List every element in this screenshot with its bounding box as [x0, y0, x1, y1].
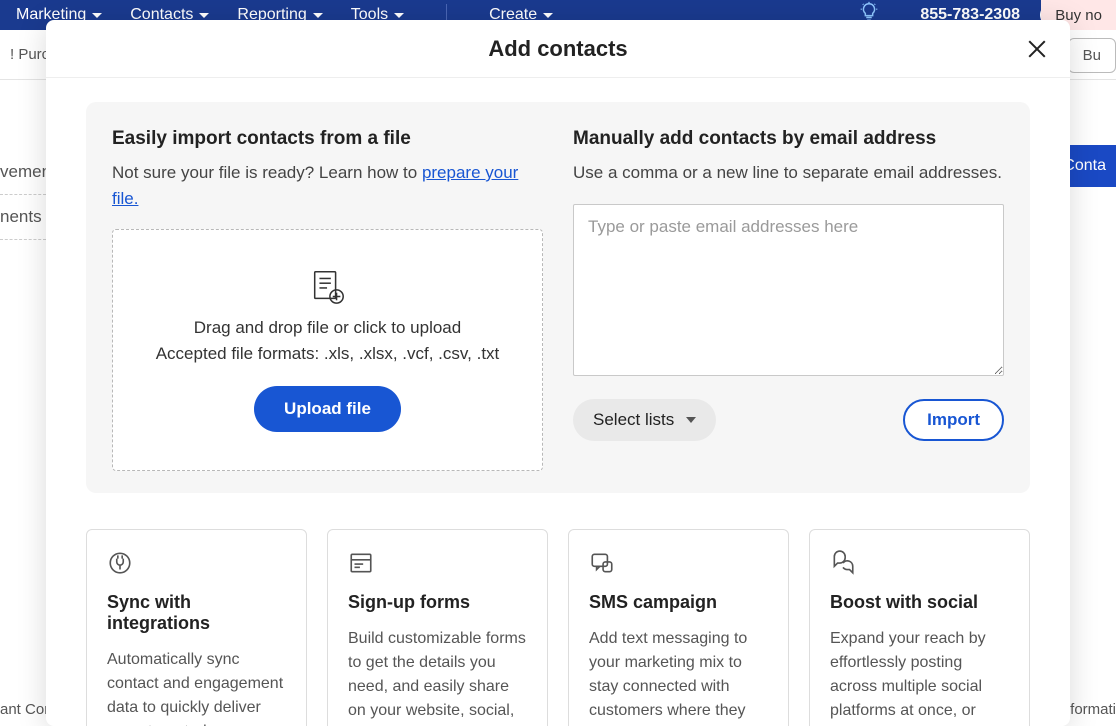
import-file-subtext: Not sure your file is ready? Learn how t… [112, 160, 543, 211]
card-title: Sign-up forms [348, 592, 527, 613]
manual-actions: Select lists Import [573, 399, 1004, 441]
chevron-down-icon [92, 13, 102, 18]
card-body: Automatically sync contact and engagemen… [107, 648, 286, 726]
bg-bottom-left: ant Con [0, 701, 53, 718]
upload-file-button[interactable]: Upload file [254, 386, 401, 432]
bg-buy-button-label: Bu [1083, 47, 1101, 64]
chevron-down-icon [199, 13, 209, 18]
card-sync-integrations[interactable]: Sync with integrations Automatically syn… [86, 529, 307, 726]
card-boost-social[interactable]: Boost with social Expand your reach by e… [809, 529, 1030, 726]
manual-add-section: Manually add contacts by email address U… [573, 128, 1004, 471]
card-body: Expand your reach by effortlessly postin… [830, 627, 1009, 726]
card-title: Boost with social [830, 592, 1009, 613]
import-subtext-prefix: Not sure your file is ready? Learn how t… [112, 163, 422, 182]
file-upload-icon [309, 268, 347, 306]
add-contacts-modal: Add contacts Easily import contacts from… [46, 20, 1070, 726]
modal-body: Easily import contacts from a file Not s… [46, 78, 1070, 726]
sms-icon [589, 550, 768, 578]
chevron-down-icon [686, 417, 696, 423]
file-dropzone[interactable]: Drag and drop file or click to upload Ac… [112, 229, 543, 471]
card-body: Add text messaging to your marketing mix… [589, 627, 768, 726]
import-panel: Easily import contacts from a file Not s… [86, 102, 1030, 493]
import-file-heading: Easily import contacts from a file [112, 128, 543, 150]
chevron-down-icon [313, 13, 323, 18]
card-body: Build customizable forms to get the deta… [348, 627, 527, 726]
close-icon[interactable] [1026, 38, 1048, 60]
dropzone-line1: Drag and drop file or click to upload [194, 318, 461, 338]
bg-tab[interactable]: vement [0, 150, 46, 195]
select-lists-button[interactable]: Select lists [573, 399, 716, 441]
form-icon [348, 550, 527, 578]
card-signup-forms[interactable]: Sign-up forms Build customizable forms t… [327, 529, 548, 726]
select-lists-label: Select lists [593, 410, 674, 430]
card-title: SMS campaign [589, 592, 768, 613]
email-addresses-input[interactable] [573, 204, 1004, 376]
chevron-down-icon [543, 13, 553, 18]
dropzone-line2: Accepted file formats: .xls, .xlsx, .vcf… [156, 344, 500, 364]
bg-tab[interactable]: nents [0, 195, 46, 240]
social-icon [830, 550, 1009, 578]
bg-buy-button[interactable]: Bu [1068, 38, 1116, 73]
manual-add-heading: Manually add contacts by email address [573, 128, 1004, 150]
card-sms-campaign[interactable]: SMS campaign Add text messaging to your … [568, 529, 789, 726]
chevron-down-icon [394, 13, 404, 18]
option-cards: Sync with integrations Automatically syn… [86, 529, 1030, 726]
modal-title: Add contacts [488, 36, 627, 62]
import-file-section: Easily import contacts from a file Not s… [112, 128, 543, 471]
plug-icon [107, 550, 286, 578]
bg-left-tabs: vement nents [0, 150, 46, 240]
card-title: Sync with integrations [107, 592, 286, 634]
manual-add-subtext: Use a comma or a new line to separate em… [573, 160, 1004, 186]
bg-bottom-right: formati [1070, 701, 1116, 718]
import-button[interactable]: Import [903, 399, 1004, 441]
modal-header: Add contacts [46, 20, 1070, 78]
